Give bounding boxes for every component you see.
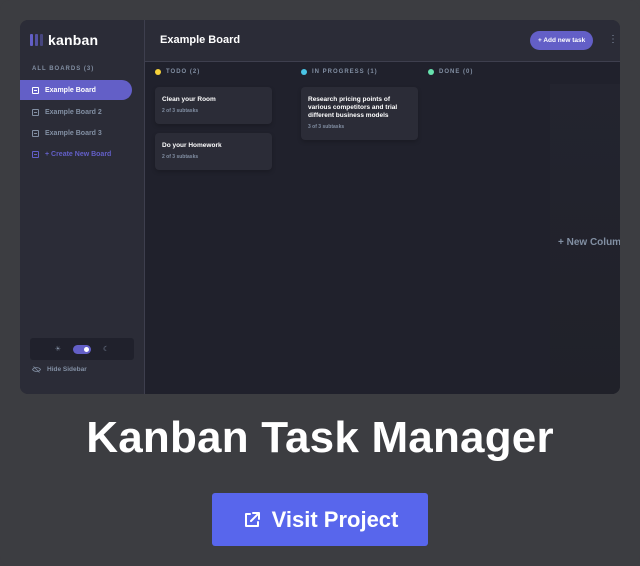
hide-sidebar-button[interactable]: Hide Sidebar	[32, 366, 87, 373]
sidebar-item-label: Example Board 2	[45, 108, 102, 116]
sidebar-item-label: Example Board	[45, 86, 96, 94]
project-card: kanban ALL BOARDS (3) Example Board Exam…	[0, 0, 640, 566]
column-header: DONE (0)	[428, 69, 473, 75]
sidebar-item-example-board-3[interactable]: Example Board 3	[20, 123, 132, 143]
task-title: Clean your Room	[162, 96, 216, 103]
more-options-icon[interactable]: ⋮	[608, 33, 618, 47]
boards-title: ALL BOARDS (3)	[32, 66, 95, 72]
theme-toggle: ☀ ☾	[30, 338, 134, 360]
task-subtasks: 3 of 3 subtasks	[308, 124, 345, 130]
task-subtasks: 2 of 3 subtasks	[162, 108, 199, 114]
board-icon	[32, 86, 39, 94]
moon-icon: ☾	[103, 346, 110, 353]
add-task-button[interactable]: + Add new task	[530, 31, 594, 50]
task-title: Research pricing points of various compe…	[308, 96, 398, 119]
column-color-dot	[428, 69, 434, 75]
sidebar-item-example-board[interactable]: Example Board	[20, 80, 132, 100]
column-header: TODO (2)	[155, 69, 200, 75]
external-link-icon	[244, 511, 260, 527]
task-card[interactable]: Clean your Room 2 of 3 subtasks	[155, 87, 272, 124]
board-icon	[32, 150, 39, 158]
eye-slash-icon	[32, 366, 41, 373]
sidebar-item-example-board-2[interactable]: Example Board 2	[20, 102, 132, 122]
logo-icon	[30, 34, 43, 46]
create-board-button[interactable]: + Create New Board	[20, 144, 132, 164]
hide-sidebar-label: Hide Sidebar	[47, 366, 87, 373]
logo: kanban	[30, 32, 98, 48]
app-screenshot-preview: kanban ALL BOARDS (3) Example Board Exam…	[20, 20, 620, 394]
header: Example Board + Add new task ⋮	[145, 20, 620, 62]
board-area: TODO (2) Clean your Room 2 of 3 subtasks…	[145, 62, 620, 394]
column-name: IN PROGRESS (1)	[312, 69, 378, 75]
logo-text: kanban	[48, 32, 99, 48]
column-color-dot	[155, 69, 161, 75]
column-name: TODO (2)	[166, 69, 201, 75]
create-board-label: + Create New Board	[45, 150, 112, 158]
theme-switch[interactable]	[73, 344, 91, 354]
project-title: Kanban Task Manager	[86, 413, 554, 462]
board-icon	[32, 108, 39, 116]
visit-project-button[interactable]: Visit Project	[212, 493, 428, 546]
column-header: IN PROGRESS (1)	[301, 69, 378, 75]
column-color-dot	[301, 69, 307, 75]
task-title: Do your Homework	[162, 142, 222, 149]
sidebar: kanban ALL BOARDS (3) Example Board Exam…	[20, 20, 145, 394]
board-icon	[32, 129, 39, 137]
board-title: Example Board	[160, 34, 241, 46]
sidebar-item-label: Example Board 3	[45, 129, 102, 137]
column-name: DONE (0)	[439, 69, 474, 75]
task-subtasks: 2 of 3 subtasks	[162, 154, 199, 160]
visit-project-label: Visit Project	[271, 506, 399, 532]
task-card[interactable]: Research pricing points of various compe…	[301, 87, 418, 140]
new-column-button[interactable]: + New Column	[558, 237, 620, 248]
task-card[interactable]: Do your Homework 2 of 3 subtasks	[155, 133, 272, 170]
sun-icon: ☀	[54, 346, 61, 353]
